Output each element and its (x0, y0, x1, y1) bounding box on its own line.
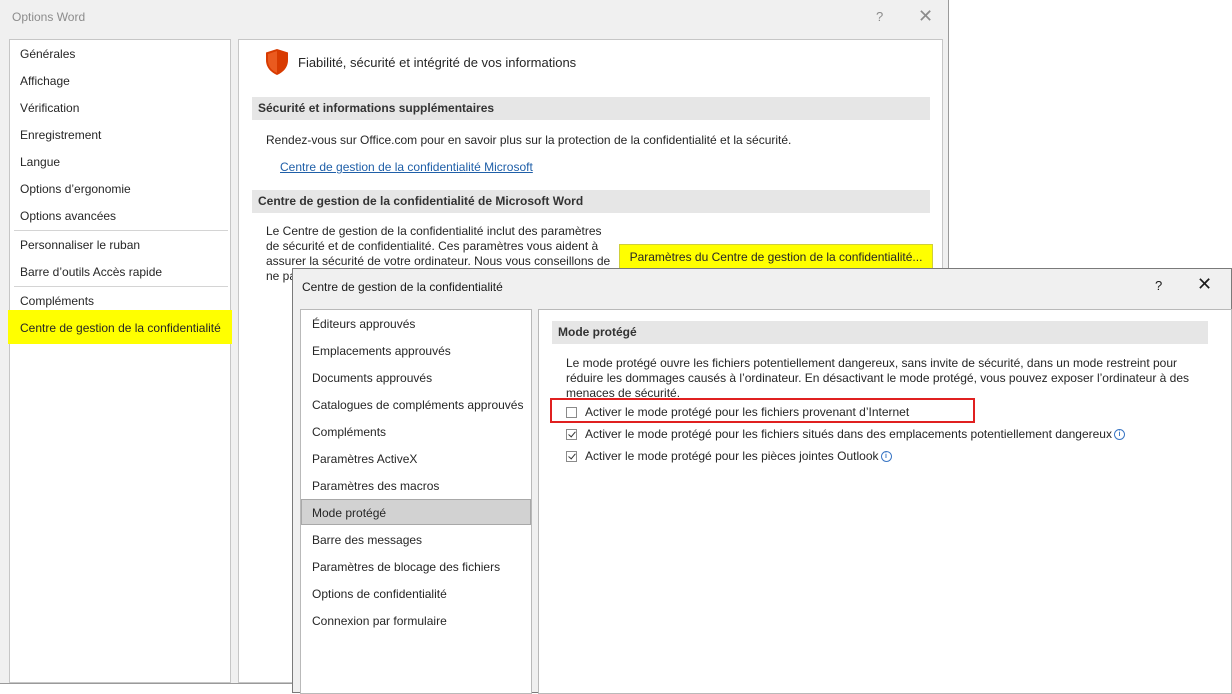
nav-item-generales[interactable]: Générales (20, 47, 75, 61)
nav-item-complements[interactable]: Compléments (312, 425, 386, 439)
help-button[interactable]: ? (1155, 278, 1162, 293)
section-heading-securite: Sécurité et informations supplémentaires (252, 97, 930, 120)
close-button[interactable]: ✕ (1197, 274, 1212, 295)
option-label: Activer le mode protégé pour les fichier… (585, 405, 910, 419)
nav-item-centre-confidentialite[interactable]: Centre de gestion de la confidentialité (20, 321, 221, 335)
nav-item-verification[interactable]: Vérification (20, 101, 79, 115)
info-icon[interactable]: i (1113, 428, 1125, 440)
nav-item-complements[interactable]: Compléments (20, 294, 94, 308)
help-button[interactable]: ? (876, 9, 883, 24)
nav-item-affichage[interactable]: Affichage (20, 74, 70, 88)
close-button[interactable]: ✕ (918, 6, 933, 27)
nav-item-barre-outils[interactable]: Barre d’outils Accès rapide (20, 265, 162, 279)
page-title: Fiabilité, sécurité et intégrité de vos … (298, 55, 577, 70)
trust-center-nav: Éditeurs approuvés Emplacements approuvé… (300, 309, 532, 694)
nav-item-emplacements-approuves[interactable]: Emplacements approuvés (312, 344, 451, 358)
checkbox-unsafe-locations[interactable] (566, 428, 577, 440)
option-label: Activer le mode protégé pour les fichier… (585, 427, 1112, 441)
section-text-office: Rendez-vous sur Office.com pour en savoi… (266, 133, 792, 147)
option-outlook-attachments[interactable]: Activer le mode protégé pour les pièces … (566, 449, 892, 463)
window-title: Options Word (12, 10, 86, 24)
checkbox-internet[interactable] (566, 406, 577, 418)
nav-item-mode-protege[interactable]: Mode protégé (312, 506, 386, 520)
link-centre-confidentialite-microsoft[interactable]: Centre de gestion de la confidentialité … (280, 160, 533, 174)
nav-item-documents-approuves[interactable]: Documents approuvés (312, 371, 432, 385)
nav-item-blocage-fichiers[interactable]: Paramètres de blocage des fichiers (312, 560, 500, 574)
trust-center-settings-button[interactable]: Paramètres du Centre de gestion de la co… (619, 244, 933, 270)
nav-item-catalogues[interactable]: Catalogues de compléments approuvés (312, 398, 523, 412)
nav-item-barre-messages[interactable]: Barre des messages (312, 533, 422, 547)
nav-divider (14, 230, 228, 231)
shield-icon (266, 49, 288, 75)
option-unsafe-locations[interactable]: Activer le mode protégé pour les fichier… (566, 427, 1125, 441)
option-label: Activer le mode protégé pour les pièces … (585, 449, 879, 463)
nav-item-editeurs-approuves[interactable]: Éditeurs approuvés (312, 317, 415, 331)
trust-center-main-panel: Mode protégé Le mode protégé ouvre les f… (538, 309, 1232, 694)
nav-divider (14, 286, 228, 287)
nav-item-activex[interactable]: Paramètres ActiveX (312, 452, 417, 466)
nav-item-options-confidentialite[interactable]: Options de confidentialité (312, 587, 447, 601)
nav-item-personnaliser-ruban[interactable]: Personnaliser le ruban (20, 238, 140, 252)
checkbox-outlook[interactable] (566, 450, 577, 462)
nav-item-options-avancees[interactable]: Options avancées (20, 209, 116, 223)
nav-item-ergonomie[interactable]: Options d’ergonomie (20, 182, 131, 196)
info-icon[interactable]: i (880, 450, 892, 462)
nav-item-macros[interactable]: Paramètres des macros (312, 479, 439, 493)
dialog-title: Centre de gestion de la confidentialité (302, 280, 503, 294)
nav-item-langue[interactable]: Langue (20, 155, 60, 169)
mode-protege-description: Le mode protégé ouvre les fichiers poten… (566, 356, 1190, 400)
trust-center-dialog: Centre de gestion de la confidentialité … (292, 268, 1232, 694)
nav-item-enregistrement[interactable]: Enregistrement (20, 128, 101, 142)
section-heading-mode-protege: Mode protégé (552, 321, 1208, 344)
options-nav: Générales Affichage Vérification Enregis… (8, 39, 232, 683)
section-heading-word: Centre de gestion de la confidentialité … (252, 190, 930, 213)
nav-item-connexion-formulaire[interactable]: Connexion par formulaire (312, 614, 447, 628)
option-internet-files[interactable]: Activer le mode protégé pour les fichier… (566, 405, 909, 419)
